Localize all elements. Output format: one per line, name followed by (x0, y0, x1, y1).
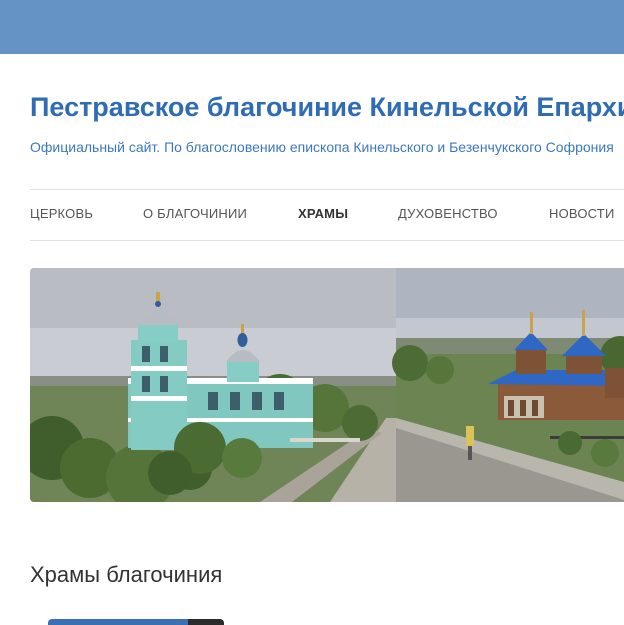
top-header-bar (0, 0, 624, 54)
site-subtitle: Официальный сайт. По благословению еписк… (30, 139, 614, 155)
nav-item-about[interactable]: О БЛАГОЧИНИИ (143, 206, 247, 221)
nav-item-church[interactable]: ЦЕРКОВЬ (30, 206, 93, 221)
church-photo-blue-domes (392, 268, 624, 502)
nav-item-churches[interactable]: ХРАМЫ (298, 206, 348, 221)
site-title[interactable]: Пестравское благочиние Кинельской Епархи… (30, 92, 624, 123)
church-card-preview[interactable] (48, 619, 224, 625)
photo-banner[interactable] (30, 268, 624, 502)
section-title: Храмы благочиния (30, 562, 223, 587)
main-nav: ЦЕРКОВЬ О БЛАГОЧИНИИ ХРАМЫ ДУХОВЕНСТВО Н… (30, 206, 624, 226)
church-photo-turquoise (30, 268, 396, 502)
nav-item-news[interactable]: НОВОСТИ (549, 206, 615, 221)
nav-item-clergy[interactable]: ДУХОВЕНСТВО (398, 206, 498, 221)
nav-bottom-divider (30, 240, 624, 241)
nav-top-divider (30, 189, 624, 190)
